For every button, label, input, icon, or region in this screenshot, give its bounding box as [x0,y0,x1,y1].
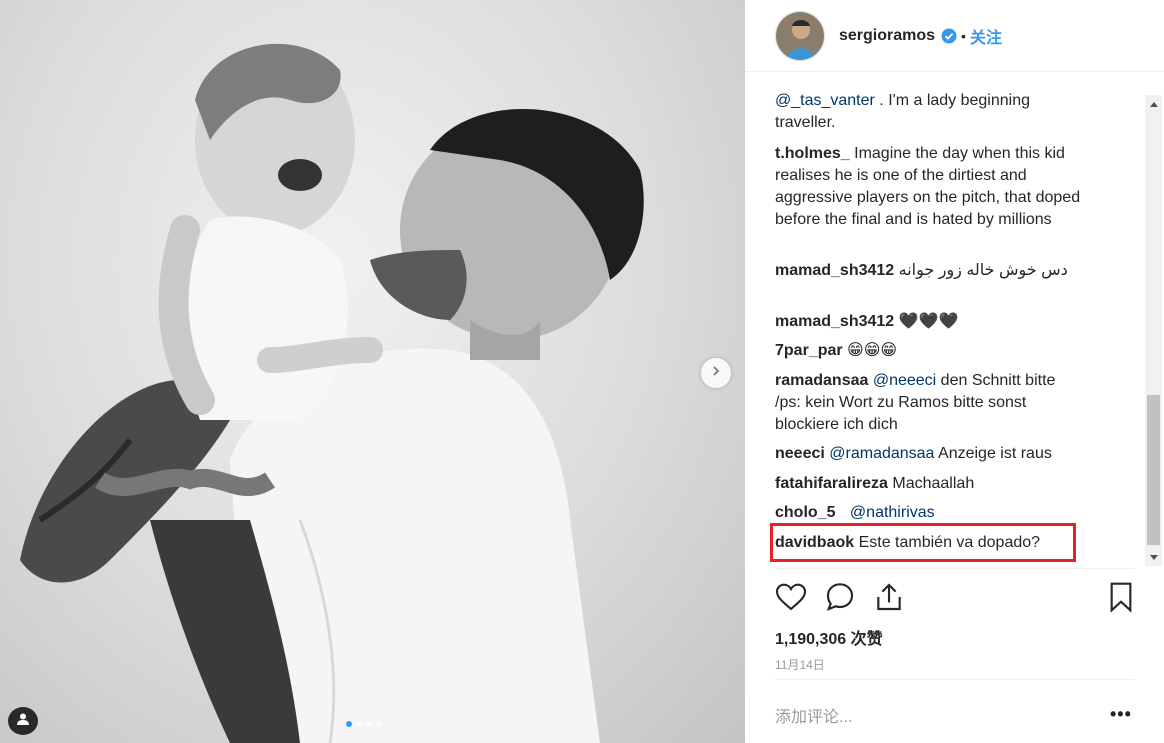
chevron-right-icon [710,364,722,382]
comment-item: t.holmes_ Imagine the day when this kid … [775,143,1085,231]
comment-button[interactable] [824,582,856,617]
scroll-down-arrow-icon[interactable] [1145,549,1162,566]
comment-item: fatahifaralireza Machaallah [775,473,1085,495]
comments-list: @_tas_vanter . I'm a lady beginning trav… [775,88,1115,566]
comment-mention[interactable]: @_tas_vanter [775,92,875,109]
comment-item: neeeci @ramadansaa Anzeige ist raus [775,443,1085,465]
save-button[interactable] [1107,581,1135,618]
comment-username[interactable]: 7par_par [775,342,843,359]
comment-item: 7par_par 😁😁😁 [775,340,1085,362]
comment-text: Este también va dopado? [854,534,1041,551]
comment-item: cholo_5 @nathirivas [775,502,1085,524]
user-tags-button[interactable] [8,707,38,735]
scrollbar-thumb[interactable] [1147,395,1160,545]
post-photo[interactable] [0,0,745,743]
bookmark-icon [1107,582,1135,617]
comment-username[interactable]: cholo_5 [775,504,835,521]
more-options-button[interactable]: ••• [1110,704,1132,725]
post-header: sergioramos • 关注 [745,0,1164,72]
verified-badge-icon [941,28,957,44]
carousel-dot-2 [356,721,362,727]
comment-username[interactable]: fatahifaralireza [775,475,888,492]
comment-text: Anzeige ist raus [934,445,1052,462]
like-button[interactable] [775,582,807,617]
avatar[interactable] [775,10,825,61]
comment-item: mamad_sh3412 دس خوش خاله زور جوانه [775,260,1085,282]
divider [775,568,1135,569]
post-date[interactable]: 11月14日 [775,656,825,673]
divider [775,679,1135,680]
photo-illustration [20,43,644,743]
comment-text: 😁😁😁 [842,342,898,359]
comment-text: Machaallah [887,475,975,492]
comment-item: mamad_sh3412 🖤🖤🖤 [775,311,1085,333]
comment-username[interactable]: mamad_sh3412 [775,313,894,330]
comment-icon [824,583,856,616]
comment-username[interactable]: neeeci [775,445,825,462]
comment-username[interactable]: t.holmes_ [775,145,850,162]
comment-item: davidbaok Este también va dopado? [775,532,1085,554]
comment-username[interactable]: ramadansaa [775,372,868,389]
carousel-dot-3 [366,721,372,727]
comments-scrollbar[interactable] [1145,95,1162,566]
comment-text: دس خوش خاله زور جوانه [898,262,1068,279]
carousel-indicator [346,721,382,727]
heart-icon [775,583,807,616]
comment-item: ramadansaa @neeeci den Schnitt bitte /ps… [775,370,1085,436]
comment-username[interactable]: davidbaok [775,534,854,551]
user-tag-icon [16,712,30,731]
add-comment-input[interactable]: 添加评论... [775,703,852,727]
share-icon [873,583,905,617]
comment-mention[interactable]: @ramadansaa [829,445,934,462]
comment-mention[interactable]: @nathirivas [850,504,935,521]
follow-button[interactable]: 关注 [970,24,1002,48]
carousel-dot-4 [376,721,382,727]
comment-username[interactable]: mamad_sh3412 [775,262,894,279]
header-separator: • [961,27,966,44]
comment-text: 🖤🖤🖤 [894,313,959,330]
comment-item: @_tas_vanter . I'm a lady beginning trav… [775,90,1085,134]
carousel-next-button[interactable] [701,358,731,388]
carousel-dot-1 [346,721,352,727]
post-username[interactable]: sergioramos [839,27,935,45]
comment-mention[interactable]: @neeeci [873,372,936,389]
share-button[interactable] [873,581,905,618]
scroll-up-arrow-icon[interactable] [1145,95,1162,112]
likes-count[interactable]: 1,190,306 次赞 [775,625,883,649]
